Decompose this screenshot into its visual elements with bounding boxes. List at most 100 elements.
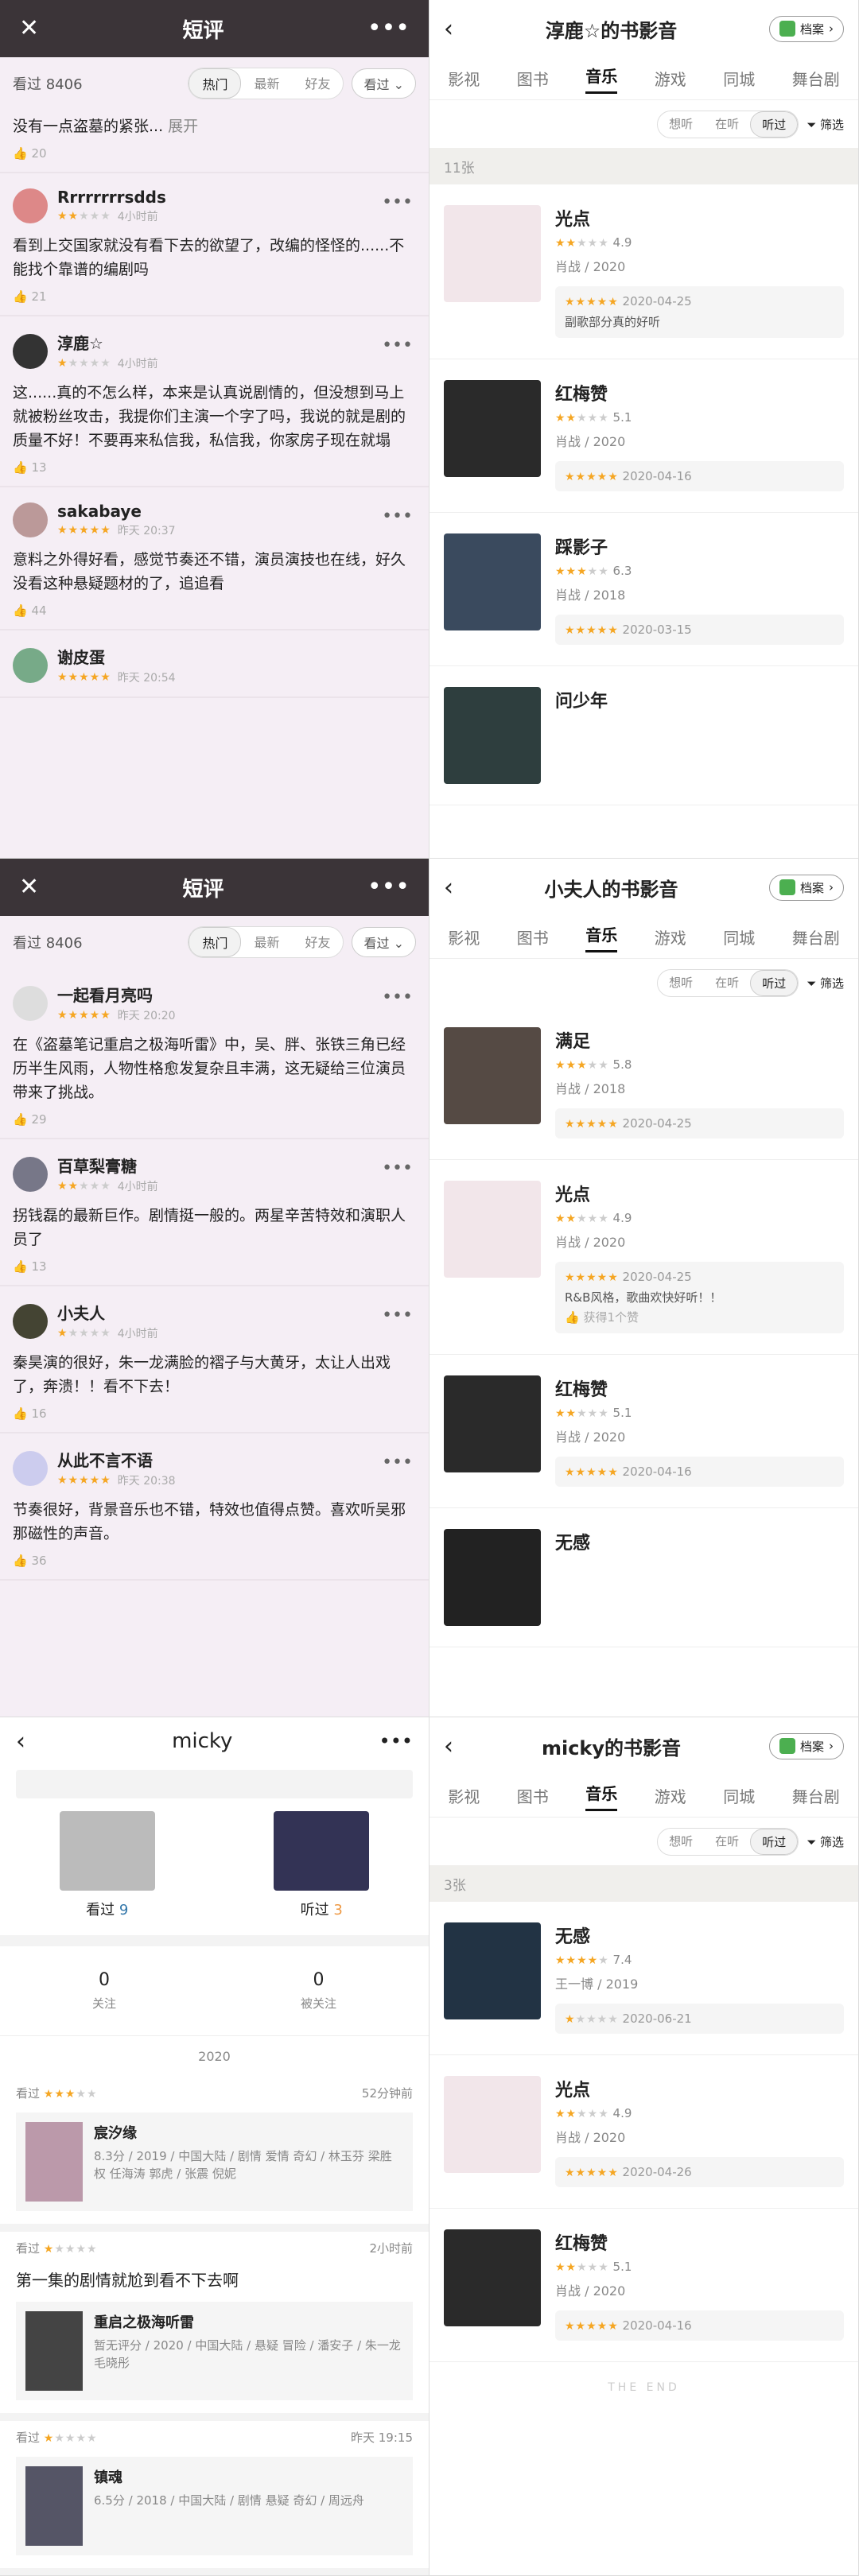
- tab-listening[interactable]: 在听: [704, 970, 750, 996]
- avatar[interactable]: [13, 1156, 48, 1192]
- tab-movies[interactable]: 影视: [448, 925, 480, 949]
- list-item[interactable]: 踩影子 ★★★★★ 6.3 肖战 / 2018 ★★★★★ 2020-03-15: [430, 513, 858, 666]
- tab-want[interactable]: 想听: [658, 970, 704, 996]
- tab-hot[interactable]: 热门: [189, 927, 242, 957]
- list-item[interactable]: 无感 ★★★★★ 7.4 王一博 / 2019 ★★★★★ 2020-06-21: [430, 1902, 858, 2055]
- tab-games[interactable]: 游戏: [655, 67, 686, 90]
- tab-listened[interactable]: 听过: [750, 1828, 799, 1855]
- list-item[interactable]: 问少年: [430, 666, 858, 805]
- tab-music[interactable]: 音乐: [585, 1781, 618, 1811]
- back-icon[interactable]: ‹: [16, 1728, 25, 1755]
- filter-button[interactable]: ⏷ 筛选: [807, 116, 844, 133]
- back-icon[interactable]: ‹: [444, 1732, 453, 1760]
- username[interactable]: sakabaye: [57, 502, 176, 521]
- feed-item[interactable]: 看过 ★★★★★ 2小时前 第一集的剧情就尬到看不下去啊 重启之极海听雷 暂无评分 …: [0, 2232, 429, 2421]
- tab-books[interactable]: 图书: [517, 1784, 549, 1807]
- useful-count[interactable]: 👍 获得1个赞: [565, 1309, 834, 1325]
- list-item[interactable]: 红梅赞 ★★★★★ 5.1 肖战 / 2020 ★★★★★ 2020-04-16: [430, 1355, 858, 1508]
- tab-stage[interactable]: 舞台剧: [792, 925, 840, 949]
- username[interactable]: Rrrrrrrrsdds: [57, 188, 166, 207]
- listened-shelf[interactable]: 听过 3: [274, 1811, 370, 1919]
- close-icon[interactable]: ✕: [19, 875, 39, 899]
- tab-listening[interactable]: 在听: [704, 1829, 750, 1855]
- avatar[interactable]: [13, 333, 48, 369]
- more-icon[interactable]: •••: [382, 192, 413, 212]
- tab-books[interactable]: 图书: [517, 67, 549, 90]
- username[interactable]: 小夫人: [57, 1301, 158, 1324]
- filter-button[interactable]: ⏷ 筛选: [807, 1833, 844, 1850]
- like-button[interactable]: 👍 36: [13, 1554, 416, 1568]
- feed-item[interactable]: 看过 ★★★★★ 52分钟前 宸汐缘 8.3分 / 2019 / 中国大陆 / 剧情…: [0, 2077, 429, 2232]
- tab-music[interactable]: 音乐: [585, 64, 618, 94]
- more-icon[interactable]: •••: [367, 875, 410, 899]
- tab-hot[interactable]: 热门: [189, 68, 242, 99]
- expand-link[interactable]: 展开: [168, 118, 198, 135]
- more-icon[interactable]: •••: [382, 1453, 413, 1472]
- followers-count[interactable]: 0 被关注: [301, 1970, 336, 2012]
- tab-listening[interactable]: 在听: [704, 111, 750, 138]
- like-button[interactable]: 👍 21: [13, 289, 416, 304]
- more-icon[interactable]: •••: [367, 17, 410, 41]
- watched-filter-dropdown[interactable]: 看过 ⌄: [352, 68, 416, 99]
- more-icon[interactable]: •••: [382, 1305, 413, 1325]
- like-button[interactable]: 👍 13: [13, 460, 416, 475]
- list-item[interactable]: 无感: [430, 1508, 858, 1647]
- filter-button[interactable]: ⏷ 筛选: [807, 975, 844, 991]
- tab-movies[interactable]: 影视: [448, 67, 480, 90]
- avatar[interactable]: [13, 1450, 48, 1486]
- avatar[interactable]: [13, 188, 48, 223]
- more-icon[interactable]: •••: [382, 987, 413, 1007]
- like-button[interactable]: 👍 13: [13, 1259, 416, 1274]
- list-item[interactable]: 满足 ★★★★★ 5.8 肖战 / 2018 ★★★★★ 2020-04-25: [430, 1007, 858, 1160]
- list-item[interactable]: 红梅赞 ★★★★★ 5.1 肖战 / 2020 ★★★★★ 2020-04-16: [430, 2209, 858, 2362]
- like-button[interactable]: 👍 44: [13, 603, 416, 618]
- username[interactable]: 淳鹿☆: [57, 331, 158, 354]
- following-count[interactable]: 0 关注: [92, 1970, 116, 2012]
- tab-stage[interactable]: 舞台剧: [792, 1784, 840, 1807]
- tab-stage[interactable]: 舞台剧: [792, 67, 840, 90]
- list-item[interactable]: 光点 ★★★★★ 4.9 肖战 / 2020 ★★★★★ 2020-04-25 R&B…: [430, 1160, 858, 1355]
- tab-want[interactable]: 想听: [658, 1829, 704, 1855]
- tab-new[interactable]: 最新: [241, 68, 292, 99]
- list-item[interactable]: 光点 ★★★★★ 4.9 肖战 / 2020 ★★★★★ 2020-04-25 副歌部…: [430, 184, 858, 359]
- like-button[interactable]: 👍 16: [13, 1406, 416, 1421]
- back-icon[interactable]: ‹: [444, 874, 453, 902]
- close-icon[interactable]: ✕: [19, 17, 39, 41]
- username[interactable]: 从此不言不语: [57, 1448, 176, 1471]
- more-icon[interactable]: •••: [382, 1158, 413, 1178]
- watched-filter-dropdown[interactable]: 看过 ⌄: [352, 927, 416, 957]
- archive-button[interactable]: 档案 ›: [768, 15, 844, 42]
- username[interactable]: 谢皮蛋: [57, 645, 176, 668]
- more-icon[interactable]: •••: [382, 506, 413, 526]
- tab-local[interactable]: 同城: [723, 67, 755, 90]
- tab-local[interactable]: 同城: [723, 1784, 755, 1807]
- like-button[interactable]: 👍 29: [13, 1112, 416, 1127]
- back-icon[interactable]: ‹: [444, 15, 453, 43]
- tab-music[interactable]: 音乐: [585, 922, 618, 952]
- like-button[interactable]: 👍 20: [13, 146, 416, 161]
- tab-new[interactable]: 最新: [241, 927, 292, 957]
- avatar[interactable]: [13, 1303, 48, 1339]
- tab-movies[interactable]: 影视: [448, 1784, 480, 1807]
- feed-item[interactable]: 看过 ★★★★★ 昨天 19:15 镇魂 6.5分 / 2018 / 中国大陆 / …: [0, 2421, 429, 2575]
- tab-listened[interactable]: 听过: [750, 111, 799, 138]
- username[interactable]: 百草梨膏糖: [57, 1154, 158, 1177]
- tab-games[interactable]: 游戏: [655, 925, 686, 949]
- tab-friends[interactable]: 好友: [292, 68, 343, 99]
- tab-games[interactable]: 游戏: [655, 1784, 686, 1807]
- tab-want[interactable]: 想听: [658, 111, 704, 138]
- avatar[interactable]: [13, 985, 48, 1021]
- tab-local[interactable]: 同城: [723, 925, 755, 949]
- archive-button[interactable]: 档案 ›: [768, 874, 844, 901]
- list-item[interactable]: 光点 ★★★★★ 4.9 肖战 / 2020 ★★★★★ 2020-04-26: [430, 2055, 858, 2209]
- tab-books[interactable]: 图书: [517, 925, 549, 949]
- avatar[interactable]: [13, 647, 48, 683]
- list-item[interactable]: 红梅赞 ★★★★★ 5.1 肖战 / 2020 ★★★★★ 2020-04-16: [430, 359, 858, 513]
- archive-button[interactable]: 档案 ›: [768, 1732, 844, 1759]
- tab-friends[interactable]: 好友: [292, 927, 343, 957]
- more-icon[interactable]: •••: [379, 1730, 413, 1752]
- watched-shelf[interactable]: 看过 9: [59, 1811, 155, 1919]
- tab-listened[interactable]: 听过: [750, 969, 799, 996]
- avatar[interactable]: [13, 502, 48, 537]
- more-icon[interactable]: •••: [382, 336, 413, 355]
